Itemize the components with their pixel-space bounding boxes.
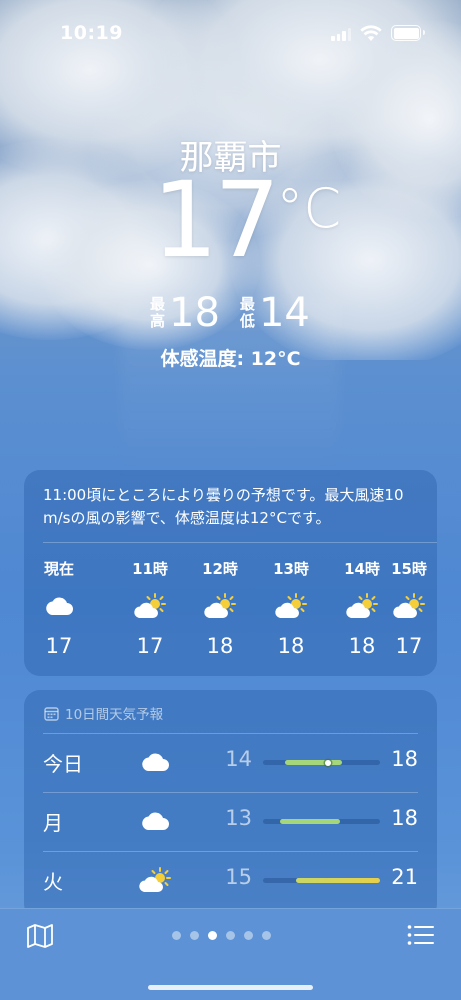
hour-label: 12時 (202, 560, 238, 578)
day-high: 18 (391, 747, 418, 771)
temperature-range (280, 819, 340, 824)
wifi-icon (360, 25, 382, 41)
temperature-range (296, 878, 380, 883)
hour-item: 15時 17 (379, 558, 439, 658)
status-bar: 10:19 (0, 0, 461, 64)
high-label: 最 高 (150, 295, 166, 330)
forecast-summary: 11:00頃にところにより曇りの予想です。最大風速10 m/sの風の影響で、体感… (43, 486, 404, 527)
page-dot[interactable] (172, 931, 181, 940)
temperature-range-bar (263, 759, 380, 766)
low-label: 最 低 (239, 295, 255, 330)
low-temperature: 14 (258, 290, 310, 336)
page-dot[interactable] (226, 931, 235, 940)
page-dot[interactable] (262, 931, 271, 940)
day-low: 15 (225, 865, 252, 889)
bottom-toolbar (0, 908, 461, 1000)
temperature-range (285, 760, 342, 765)
hour-item: 12時 18 (190, 558, 250, 658)
partly-sunny-icon (137, 865, 173, 895)
partly-sunny-icon (190, 586, 250, 626)
page-dot[interactable] (244, 931, 253, 940)
day-high: 21 (391, 865, 418, 889)
hour-label: 13時 (273, 560, 309, 578)
hour-item: 13時 18 (261, 558, 321, 658)
day-row[interactable]: 月 13 18 (24, 792, 437, 851)
temperature-range-bar (263, 819, 380, 824)
page-dot-active[interactable] (208, 931, 217, 940)
list-icon[interactable] (407, 924, 435, 946)
battery-icon (391, 25, 425, 41)
hour-temperature: 17 (45, 634, 73, 658)
day-name: 今日 (43, 752, 83, 776)
high-low: 最 高 18 最 低 14 (150, 290, 330, 336)
calendar-icon (44, 706, 59, 721)
ten-day-forecast-card[interactable]: 10日間天気予報 今日 14 18 月 13 18 火 15 21 (24, 690, 437, 920)
hour-item: 11時 17 (120, 558, 180, 658)
current-temperature-value: 17 (152, 159, 280, 281)
divider (43, 792, 418, 793)
day-row[interactable]: 今日 14 18 (24, 733, 437, 792)
page-indicator[interactable] (172, 931, 271, 940)
day-high: 18 (391, 806, 418, 830)
cloud-icon (29, 586, 89, 626)
page-dot[interactable] (190, 931, 199, 940)
hour-item: 現在 17 (29, 558, 89, 658)
day-low: 14 (225, 747, 252, 771)
ten-day-title: 10日間天気予報 (65, 707, 164, 723)
high-temperature: 18 (169, 290, 220, 336)
day-name: 月 (43, 811, 63, 835)
hour-temperature: 17 (136, 634, 164, 658)
hour-label: 15時 (391, 560, 427, 578)
partly-sunny-icon (261, 586, 321, 626)
current-temperature-marker (325, 759, 331, 766)
partly-sunny-icon (379, 586, 439, 626)
hour-temperature: 18 (206, 634, 234, 658)
current-temperature: 17°C (152, 168, 341, 272)
partly-sunny-icon (120, 586, 180, 626)
divider (43, 851, 418, 852)
hour-label: 11時 (132, 560, 168, 578)
hourly-forecast-card[interactable]: 11:00頃にところにより曇りの予想です。最大風速10 m/sの風の影響で、体感… (24, 470, 437, 676)
hour-temperature: 17 (395, 634, 423, 658)
divider (43, 542, 437, 543)
temperature-unit: °C (276, 177, 342, 240)
cloud-icon (137, 747, 173, 777)
cloud-icon (137, 806, 173, 836)
day-name: 火 (43, 870, 63, 894)
day-low: 13 (225, 806, 252, 830)
hour-label: 現在 (43, 560, 74, 578)
ten-day-header: 10日間天気予報 (44, 703, 163, 723)
status-time: 10:19 (60, 22, 123, 44)
map-icon[interactable] (26, 923, 54, 949)
hour-temperature: 18 (277, 634, 305, 658)
feels-like: 体感温度: 12°C (160, 348, 301, 370)
divider (43, 733, 418, 734)
cellular-signal-icon (331, 27, 351, 41)
day-row[interactable]: 火 15 21 (24, 851, 437, 910)
home-indicator[interactable] (148, 985, 313, 990)
temperature-range-bar (263, 878, 380, 883)
